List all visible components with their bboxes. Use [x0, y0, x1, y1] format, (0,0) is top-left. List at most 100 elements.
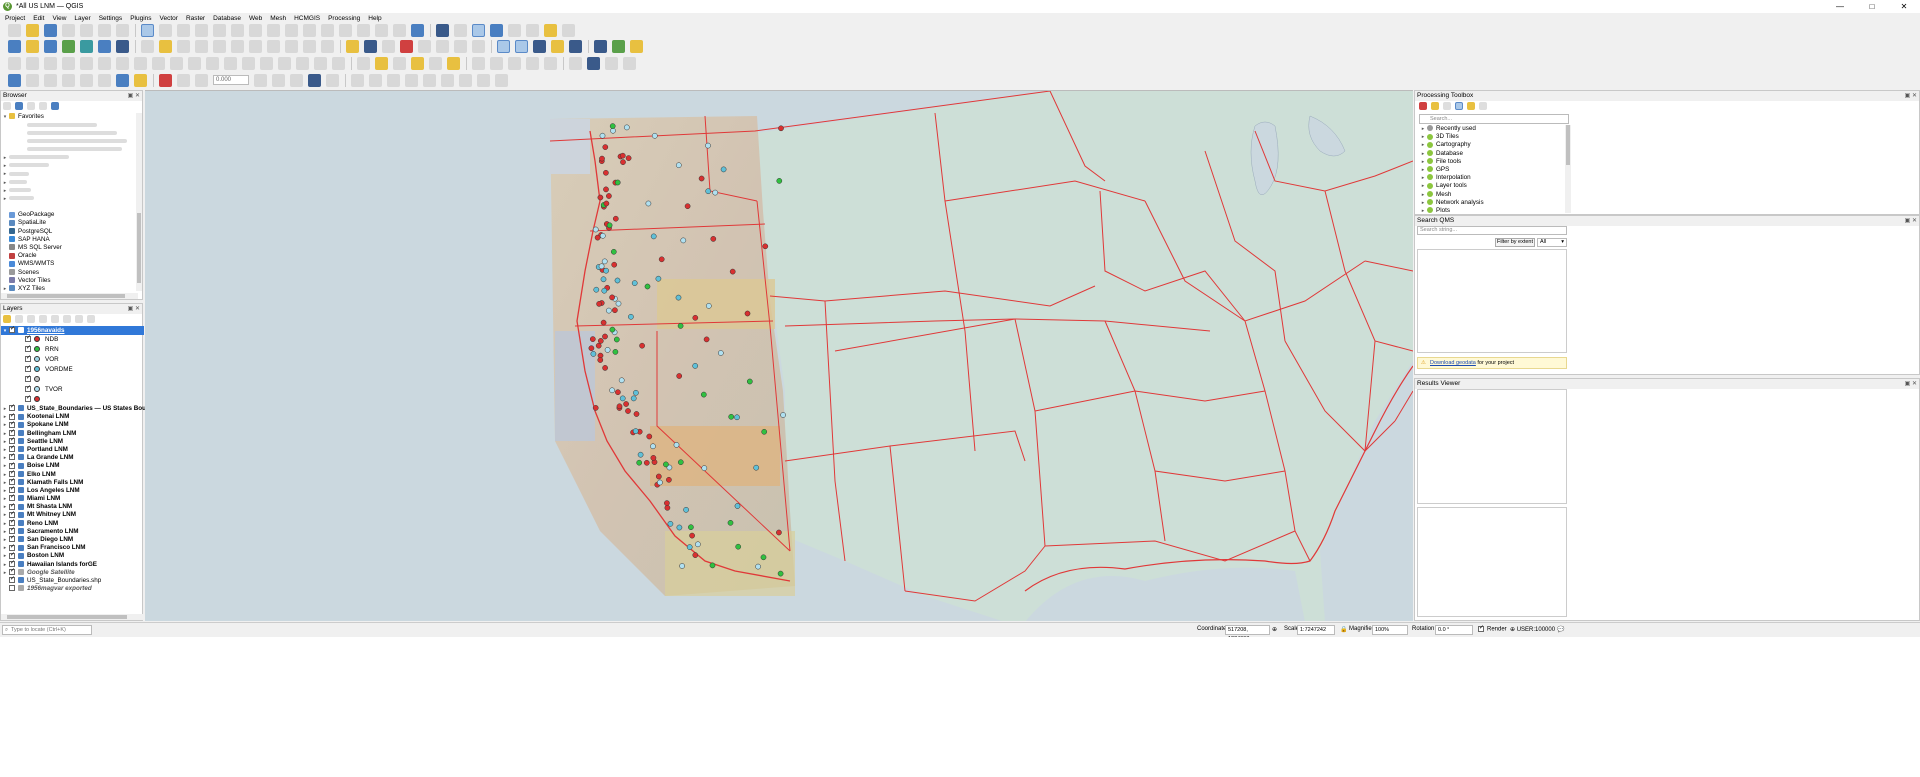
processing-provider-item[interactable]: ▸ Cartography — [1419, 141, 1567, 149]
collapse-all-layers-icon[interactable] — [75, 315, 83, 323]
navaid-point[interactable] — [615, 389, 621, 396]
navaid-point[interactable] — [597, 357, 604, 363]
layer-item[interactable]: US_State_Boundaries.shp — [1, 577, 144, 585]
blurred-item[interactable]: ▸ — [1, 179, 136, 187]
attribute-table-icon[interactable] — [454, 23, 467, 37]
navaid-point[interactable] — [663, 461, 669, 468]
navaid-point[interactable] — [597, 338, 604, 344]
plugin-icon[interactable] — [569, 39, 582, 53]
navaid-point[interactable] — [612, 307, 618, 314]
close-button[interactable]: ✕ — [1888, 0, 1920, 13]
expand-arrow-icon[interactable]: ▸ — [1, 430, 9, 438]
expand-arrow-icon[interactable]: ▸ — [1, 487, 9, 495]
highlight-labels-icon[interactable] — [400, 39, 413, 53]
ellipse-tool-icon[interactable] — [508, 56, 521, 70]
navaid-point[interactable] — [633, 411, 640, 417]
manage-themes-icon[interactable] — [27, 315, 35, 323]
navaid-point[interactable] — [602, 333, 608, 340]
pan-map-icon[interactable] — [141, 23, 154, 37]
menu-help[interactable]: Help — [368, 15, 381, 22]
processing-toolbox-icon[interactable] — [472, 23, 485, 37]
layer-item[interactable]: ▸Mt Whitney LNM — [1, 511, 144, 519]
layer-visibility-checkbox[interactable] — [9, 487, 15, 494]
shape-digitize-icon[interactable] — [472, 56, 485, 70]
expand-arrow-icon[interactable]: ▸ — [1, 495, 9, 503]
navaid-point[interactable] — [639, 342, 645, 349]
fill-ring-icon[interactable] — [134, 56, 147, 70]
expand-all-icon[interactable] — [63, 315, 71, 323]
navaid-point[interactable] — [614, 277, 621, 284]
navaid-point[interactable] — [729, 268, 736, 275]
layer-item[interactable]: ▸US_State_Boundaries — US States Boundar… — [1, 405, 162, 413]
navaid-point[interactable] — [592, 405, 599, 411]
select-features-icon[interactable] — [497, 39, 510, 53]
expand-arrow-icon[interactable]: ▸ — [1419, 191, 1427, 199]
layer-item[interactable]: ▸Boise LNM — [1, 462, 144, 470]
navaid-point[interactable] — [720, 166, 727, 173]
navaid-point[interactable] — [744, 310, 751, 317]
layer-item[interactable]: ▸Portland LNM — [1, 446, 144, 454]
navaid-point[interactable] — [776, 529, 782, 536]
zoom-last-icon[interactable] — [285, 23, 298, 37]
blurred-item[interactable]: ▸ — [1, 195, 136, 203]
browser-hscrollbar[interactable] — [1, 293, 138, 299]
move-label-icon[interactable] — [436, 39, 449, 53]
blurred-item[interactable] — [1, 129, 136, 137]
shape-star-icon[interactable] — [387, 73, 400, 87]
rotate-label-icon[interactable] — [454, 39, 467, 53]
layer-item[interactable]: ▸Klamath Falls LNM — [1, 479, 144, 487]
navaid-point[interactable] — [609, 294, 615, 301]
legend-checkbox[interactable] — [25, 396, 31, 403]
navaid-point[interactable] — [686, 544, 693, 550]
add-ring-icon[interactable] — [98, 56, 111, 70]
legend-checkbox[interactable] — [25, 356, 31, 363]
layer-visibility-checkbox[interactable] — [9, 438, 15, 445]
layer-visibility-checkbox[interactable] — [9, 421, 15, 428]
panel-close-icon[interactable]: ▣ ✕ — [128, 91, 140, 101]
navaid-point[interactable] — [613, 336, 620, 343]
legend-checkbox[interactable] — [25, 336, 31, 343]
navaid-point[interactable] — [753, 464, 760, 471]
navaid-point[interactable] — [643, 459, 650, 466]
show-bookmarks-icon[interactable] — [375, 23, 388, 37]
navaid-point[interactable] — [609, 326, 616, 333]
browser-scenes[interactable]: Scenes — [1, 269, 136, 277]
browser-spatialite[interactable]: SpatiaLite — [1, 219, 136, 227]
navaid-point[interactable] — [727, 519, 734, 526]
layer-visibility-checkbox[interactable] — [9, 511, 15, 518]
navaid-point[interactable] — [676, 373, 683, 379]
navaid-point[interactable] — [677, 459, 684, 466]
navaid-point[interactable] — [679, 563, 685, 569]
navaid-point[interactable] — [664, 500, 670, 506]
panel-close-icon[interactable]: ▣ ✕ — [1905, 216, 1917, 226]
browser-scrollbar[interactable] — [136, 113, 142, 291]
expand-arrow-icon[interactable]: ▸ — [1, 471, 9, 479]
expand-arrow-icon[interactable]: ▸ — [1, 454, 9, 462]
layer-1956navaids[interactable]: ▾1956navaids — [1, 326, 144, 335]
layer-visibility-checkbox[interactable] — [9, 413, 15, 420]
expand-arrow-icon[interactable]: ▸ — [1, 561, 9, 569]
qms-results-list[interactable] — [1417, 249, 1567, 353]
zoom-native-icon[interactable] — [267, 23, 280, 37]
navaid-point[interactable] — [655, 275, 662, 282]
panel-close-icon[interactable]: ▣ ✕ — [1905, 379, 1917, 389]
annotation-icon[interactable] — [562, 23, 575, 37]
results-list[interactable] — [1417, 389, 1567, 504]
new-print-layout-icon[interactable] — [80, 23, 93, 37]
layer-item[interactable]: ▸Mt Shasta LNM — [1, 503, 144, 511]
navaid-point[interactable] — [677, 323, 684, 329]
layer-visibility-checkbox[interactable] — [9, 569, 15, 576]
processing-provider-item[interactable]: ▸ 3D Tiles — [1419, 133, 1567, 141]
snapping-layer-icon[interactable] — [375, 56, 388, 70]
georeferencer-icon[interactable] — [569, 56, 582, 70]
navaid-point[interactable] — [664, 504, 671, 511]
copy-features-icon[interactable] — [267, 39, 280, 53]
legend-item[interactable]: RRN — [1, 345, 144, 355]
layer-visibility-checkbox[interactable] — [9, 577, 15, 584]
layer-item[interactable]: ▸Spokane LNM — [1, 421, 144, 429]
save-edits-icon[interactable] — [177, 39, 190, 53]
statistical-summary-icon[interactable] — [490, 23, 503, 37]
paste-features-icon[interactable] — [285, 39, 298, 53]
measure-icon[interactable] — [526, 23, 539, 37]
navaid-point[interactable] — [599, 155, 605, 162]
